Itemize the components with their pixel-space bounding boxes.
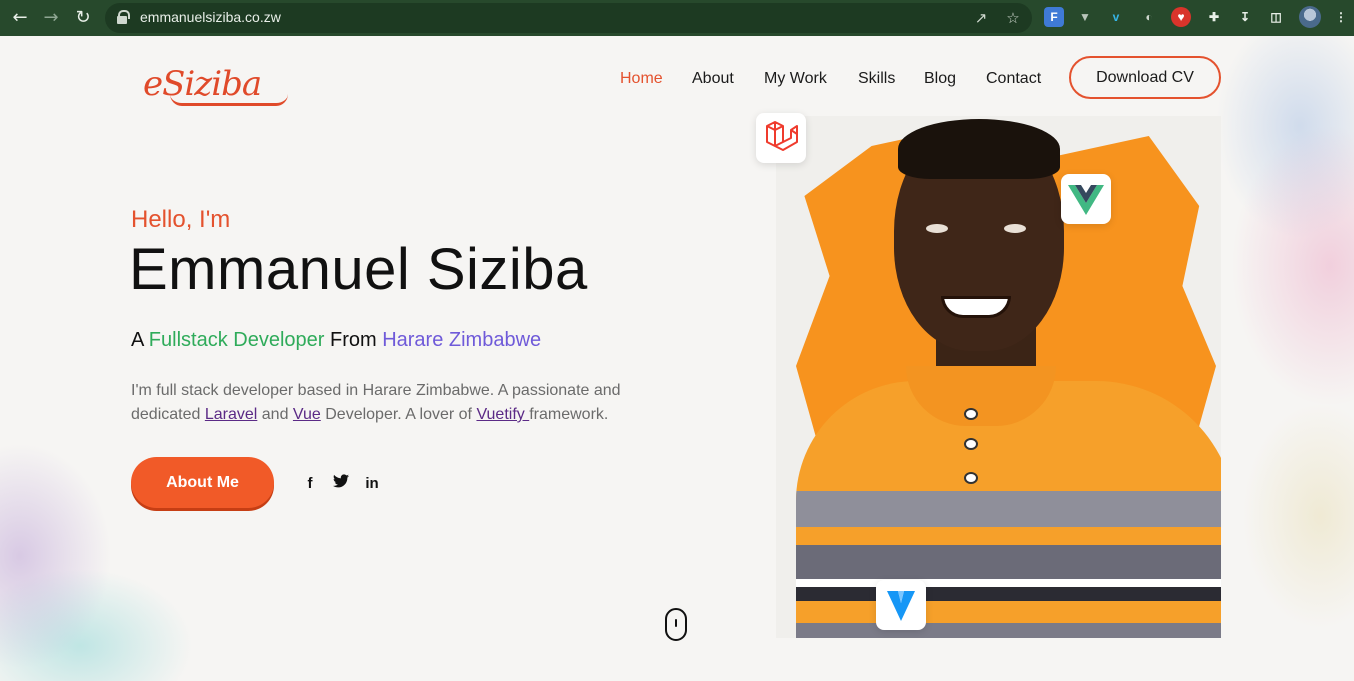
- shield-icon[interactable]: ♥: [1171, 7, 1191, 27]
- reload-icon[interactable]: ↻: [70, 5, 96, 31]
- address-bar[interactable]: emmanuelsiziba.co.zw ↗ ☆: [105, 3, 1032, 33]
- laravel-logo-icon: [756, 113, 806, 163]
- shirt-button: [964, 408, 978, 420]
- smile: [941, 296, 1011, 318]
- nav-skills[interactable]: Skills: [858, 70, 895, 88]
- tagline-place: Harare Zimbabwe: [382, 329, 542, 351]
- bio-text: and: [257, 406, 293, 423]
- vuetify-link[interactable]: Vuetify: [476, 406, 529, 423]
- menu-kebab-icon[interactable]: ⋮: [1331, 7, 1351, 27]
- translate-icon[interactable]: F: [1044, 7, 1064, 27]
- shirt-button: [964, 438, 978, 450]
- eye: [926, 224, 948, 233]
- vue-logo-icon: [1061, 174, 1111, 224]
- nav-about[interactable]: About: [692, 70, 734, 88]
- hero-name: Emmanuel Siziba: [129, 237, 588, 302]
- nav-home[interactable]: Home: [620, 70, 663, 88]
- vuetify-logo-icon: [876, 580, 926, 630]
- tagline: A Fullstack Developer From Harare Zimbab…: [131, 329, 541, 352]
- greeting: Hello, I'm: [131, 206, 231, 233]
- tagline-mid: From: [324, 329, 383, 351]
- sidepanel-icon[interactable]: ◫: [1266, 7, 1286, 27]
- tagline-role: Fullstack Developer: [148, 329, 325, 351]
- lock-icon[interactable]: [117, 10, 130, 24]
- about-me-button[interactable]: About Me: [131, 457, 274, 508]
- bio-text: framework.: [529, 406, 609, 423]
- browser-toolbar: ← → ↻ emmanuelsiziba.co.zw ↗ ☆ F ▼ v ◐ ♥…: [0, 0, 1354, 36]
- facebook-icon[interactable]: f: [299, 473, 321, 495]
- hair: [898, 119, 1060, 179]
- download-cv-button[interactable]: Download CV: [1069, 56, 1221, 99]
- vuetify-devtools-icon[interactable]: ▼: [1075, 7, 1095, 27]
- nav-contact[interactable]: Contact: [986, 70, 1041, 88]
- twitter-icon[interactable]: [330, 473, 352, 495]
- bookmark-star-icon[interactable]: ☆: [1003, 8, 1023, 28]
- profile-avatar[interactable]: [1299, 6, 1321, 28]
- laravel-link[interactable]: Laravel: [205, 406, 257, 423]
- forward-icon[interactable]: →: [38, 5, 64, 31]
- scroll-down-mouse-icon[interactable]: [665, 608, 687, 641]
- share-icon[interactable]: ↗: [971, 8, 991, 28]
- shirt-button: [964, 472, 978, 484]
- back-icon[interactable]: ←: [7, 5, 33, 31]
- puzzle-icon[interactable]: ✚: [1204, 7, 1224, 27]
- globe-icon[interactable]: ◐: [1139, 7, 1159, 27]
- url-text: emmanuelsiziba.co.zw: [140, 9, 281, 25]
- linkedin-icon[interactable]: in: [361, 473, 383, 495]
- tagline-prefix: A: [131, 329, 149, 351]
- download-icon[interactable]: ↧: [1235, 7, 1255, 27]
- eye: [1004, 224, 1026, 233]
- nav-my-work[interactable]: My Work: [764, 70, 827, 88]
- hero-page: eSiziba Home About My Work Skills Blog C…: [0, 36, 1354, 681]
- vimeo-icon[interactable]: v: [1106, 7, 1126, 27]
- logo-swoosh: [170, 94, 288, 106]
- nav-blog[interactable]: Blog: [924, 70, 956, 88]
- profile-photo: [776, 116, 1221, 638]
- bio-paragraph: I'm full stack developer based in Harare…: [131, 379, 691, 427]
- bio-text: Developer. A lover of: [320, 406, 477, 423]
- vue-link[interactable]: Vue: [293, 406, 321, 423]
